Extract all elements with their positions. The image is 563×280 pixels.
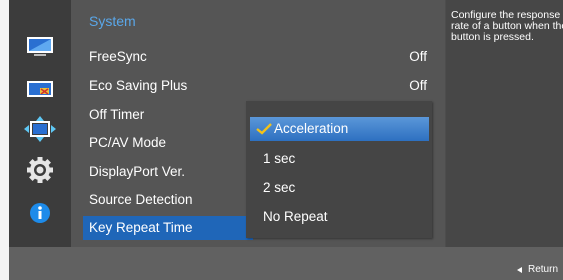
help-description-panel: Configure the response rate of a button … bbox=[446, 0, 563, 247]
option-2-sec[interactable]: 2 sec bbox=[246, 176, 432, 200]
option-1-sec[interactable]: 1 sec bbox=[246, 147, 432, 171]
information-icon[interactable] bbox=[24, 200, 56, 226]
option-label: 1 sec bbox=[263, 151, 296, 166]
option-label: No Repeat bbox=[263, 209, 328, 224]
option-label: 2 sec bbox=[263, 180, 296, 195]
menu-item-label: Off Timer bbox=[89, 107, 145, 122]
menu-item-key-repeat-time[interactable]: Key Repeat Time bbox=[83, 216, 253, 240]
menu-item-label: Eco Saving Plus bbox=[89, 78, 188, 93]
checkmark-icon bbox=[256, 123, 272, 135]
osd-menu-window: System FreeSync Off Eco Saving Plus Off … bbox=[9, 0, 563, 280]
menu-item-label: PC/AV Mode bbox=[89, 135, 167, 150]
return-arrow-icon bbox=[517, 267, 522, 273]
footer-bar bbox=[9, 247, 563, 280]
option-acceleration[interactable]: Acceleration bbox=[250, 117, 429, 141]
menu-title: System bbox=[89, 13, 136, 29]
menu-item-label: FreeSync bbox=[89, 49, 147, 64]
key-repeat-time-options: Acceleration 1 sec 2 sec No Repeat bbox=[246, 101, 432, 238]
return-button[interactable]: Return bbox=[528, 264, 558, 275]
menu-item-value: Off bbox=[409, 78, 427, 93]
size-position-icon[interactable] bbox=[24, 116, 56, 142]
help-text: Configure the response rate of a button … bbox=[451, 9, 563, 43]
menu-item-label: Source Detection bbox=[89, 192, 193, 207]
menu-item-eco-saving-plus[interactable]: Eco Saving Plus Off bbox=[89, 74, 429, 98]
menu-item-label: Key Repeat Time bbox=[89, 220, 193, 235]
option-no-repeat[interactable]: No Repeat bbox=[246, 205, 432, 229]
picture-icon[interactable] bbox=[24, 33, 56, 59]
color-icon[interactable] bbox=[24, 76, 56, 102]
system-gear-icon[interactable] bbox=[24, 157, 56, 183]
category-sidebar bbox=[9, 0, 71, 247]
menu-item-value: Off bbox=[409, 49, 427, 64]
option-label: Acceleration bbox=[274, 121, 349, 136]
menu-item-label: DisplayPort Ver. bbox=[89, 164, 186, 179]
menu-item-freesync[interactable]: FreeSync Off bbox=[89, 45, 429, 69]
